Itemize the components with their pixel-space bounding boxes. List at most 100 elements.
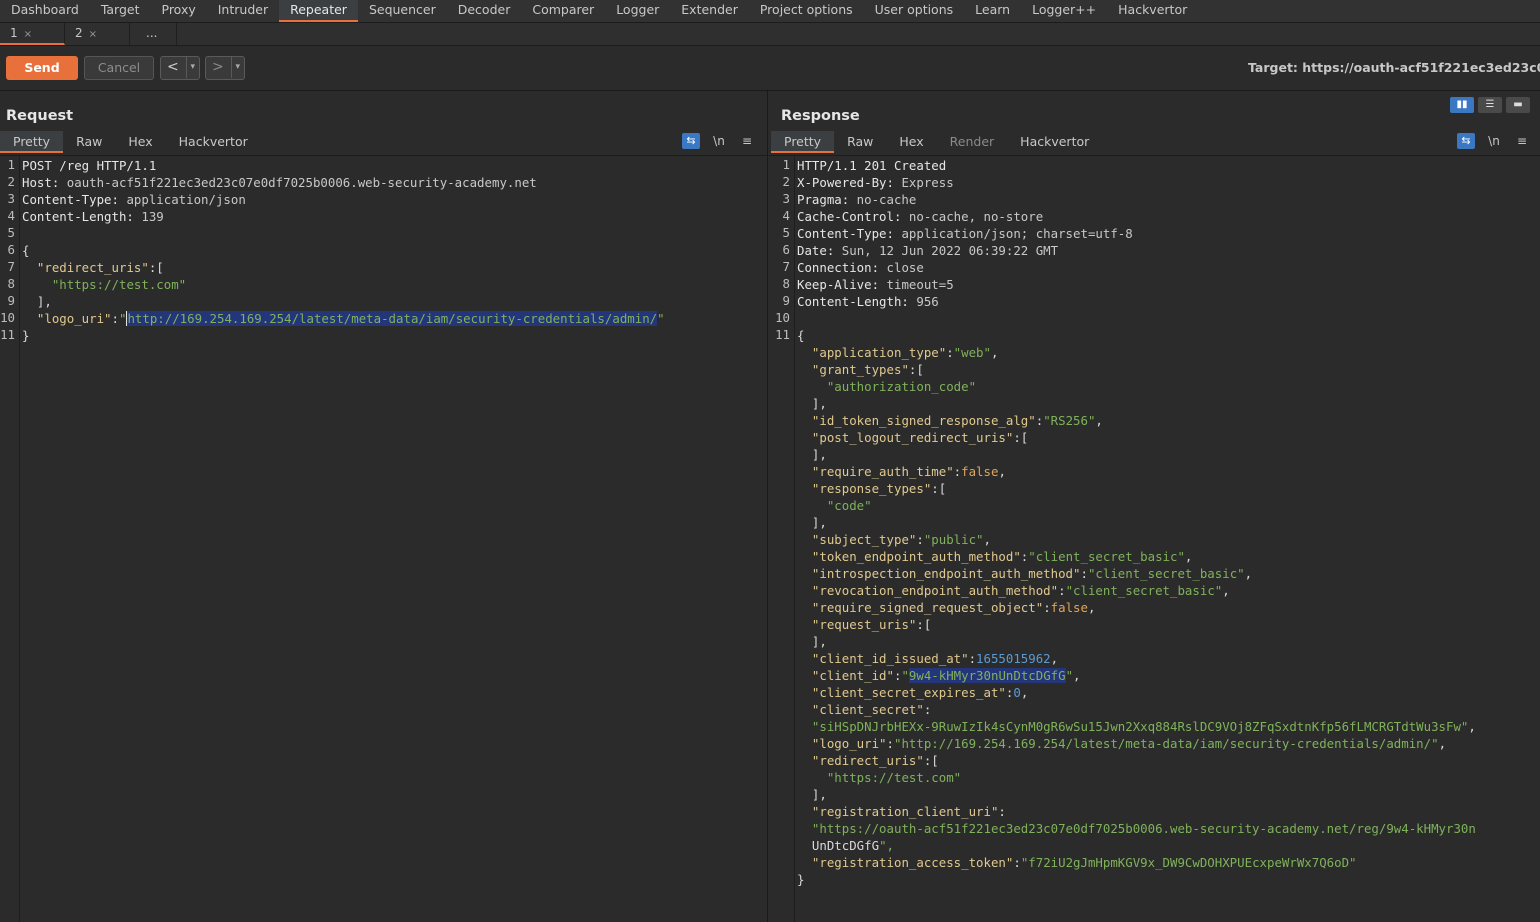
line-number-gutter: 1 2 3 4 5 6 7 8 9 10 11 — [0, 156, 20, 922]
tab-target[interactable]: Target — [90, 0, 151, 22]
code-line: "registration_client_uri": — [811, 804, 1006, 819]
line-number: 11 — [775, 327, 790, 342]
tab-proxy[interactable]: Proxy — [151, 0, 207, 22]
code-line: } — [797, 872, 805, 887]
code-line: "logo_uri":"http://169.254.169.254/lates… — [811, 736, 1447, 751]
tabbed-layout-icon[interactable]: ▬ — [1506, 97, 1530, 113]
tab-sequencer[interactable]: Sequencer — [358, 0, 447, 22]
tab-dashboard[interactable]: Dashboard — [0, 0, 90, 22]
code-line: "client_secret": — [811, 702, 932, 717]
line-number: 6 — [782, 242, 790, 257]
line-number: 1 — [782, 157, 790, 172]
new-tab-button[interactable]: ... — [130, 23, 177, 45]
line-number: 8 — [782, 276, 790, 291]
code-line: "client_secret_expires_at":0, — [811, 685, 1029, 700]
toolbar: Send Cancel < ▾ > ▾ Target: https://oaut… — [0, 46, 1540, 91]
response-editor[interactable]: 1 2 3 4 5 6 7 8 9 10 11 HTTP/1.1 201 Created X-Powe… — [769, 155, 1540, 922]
code-line: "client_id":"9w4-kHMyr30nUnDtcDGfG", — [811, 668, 1081, 683]
line-number: 6 — [7, 242, 15, 257]
line-number: 3 — [782, 191, 790, 206]
close-icon[interactable]: × — [89, 29, 97, 40]
line-number: 9 — [7, 293, 15, 308]
request-editor-actions: ⇆ \n ≡ — [682, 133, 756, 149]
code-line: Content-Length: 956 — [797, 294, 939, 309]
response-pane: ▮▮ ☰ ▬ Response Pretty Raw Hex Render Ha… — [769, 91, 1540, 922]
cancel-button[interactable]: Cancel — [84, 56, 154, 80]
tab-project-options[interactable]: Project options — [749, 0, 864, 22]
code-line: "require_auth_time":false, — [811, 464, 1006, 479]
tab-pretty[interactable]: Pretty — [771, 131, 835, 153]
code-line: "client_id_issued_at":1655015962, — [811, 651, 1059, 666]
code-line: "application_type":"web", — [811, 345, 999, 360]
line-number: 10 — [775, 310, 790, 325]
code-line: { — [797, 328, 805, 343]
tab-intruder[interactable]: Intruder — [207, 0, 279, 22]
tab-raw[interactable]: Raw — [63, 131, 115, 153]
tab-render[interactable]: Render — [937, 131, 1008, 153]
code-line: "introspection_endpoint_auth_method":"cl… — [811, 566, 1253, 581]
tab-pretty[interactable]: Pretty — [0, 131, 64, 153]
wrap-lines-icon[interactable]: ⇆ — [682, 133, 700, 149]
tab-repeater[interactable]: Repeater — [279, 0, 358, 22]
chevron-down-icon[interactable]: ▾ — [186, 57, 195, 78]
history-back-button[interactable]: < ▾ — [160, 56, 200, 80]
code-line: "registration_access_token":"f72iU2gJmHp… — [811, 855, 1357, 870]
menu-icon[interactable]: ≡ — [1513, 133, 1531, 149]
tab-hackvertor[interactable]: Hackvertor — [166, 131, 261, 153]
code-line: Content-Type: application/json; charset=… — [797, 226, 1133, 241]
line-number: 2 — [7, 174, 15, 189]
send-button[interactable]: Send — [6, 56, 78, 80]
code-line: Date: Sun, 12 Jun 2022 06:39:22 GMT — [797, 243, 1059, 258]
line-number: 8 — [7, 276, 15, 291]
code-line: { — [22, 243, 30, 258]
show-newlines-icon[interactable]: \n — [1485, 133, 1503, 149]
menu-icon[interactable]: ≡ — [738, 133, 756, 149]
tab-logger[interactable]: Logger — [605, 0, 670, 22]
code-line: "require_signed_request_object":false, — [811, 600, 1096, 615]
tab-raw[interactable]: Raw — [834, 131, 886, 153]
line-number: 10 — [0, 310, 15, 325]
tab-decoder[interactable]: Decoder — [447, 0, 522, 22]
close-icon[interactable]: × — [24, 29, 32, 40]
code-line: UnDtcDGfG", — [797, 838, 894, 853]
line-number: 7 — [7, 259, 15, 274]
code-line: "response_types":[ — [811, 481, 947, 496]
tab-hackvertor[interactable]: Hackvertor — [1107, 0, 1198, 22]
line-number-gutter: 1 2 3 4 5 6 7 8 9 10 11 — [769, 156, 795, 922]
code-line: HTTP/1.1 201 Created — [797, 158, 947, 173]
code-line: ], — [797, 515, 827, 530]
line-number: 2 — [782, 174, 790, 189]
code-line: "grant_types":[ — [811, 362, 924, 377]
code-line: "https://test.com" — [51, 277, 187, 292]
response-editor-actions: ⇆ \n ≡ — [1457, 133, 1531, 149]
tab-hex[interactable]: Hex — [886, 131, 936, 153]
code-line: } — [22, 328, 30, 343]
code-line: "id_token_signed_response_alg":"RS256", — [811, 413, 1103, 428]
chevron-right-icon: > — [212, 59, 224, 75]
tab-learn[interactable]: Learn — [964, 0, 1021, 22]
tab-hex[interactable]: Hex — [115, 131, 165, 153]
code-line: ], — [22, 294, 52, 309]
split-horizontal-icon[interactable]: ▮▮ — [1450, 97, 1474, 113]
tab-user-options[interactable]: User options — [864, 0, 965, 22]
split-vertical-icon[interactable]: ☰ — [1478, 97, 1502, 113]
show-newlines-icon[interactable]: \n — [710, 133, 728, 149]
chevron-left-icon: < — [167, 59, 179, 75]
wrap-lines-icon[interactable]: ⇆ — [1457, 133, 1475, 149]
code-line: Keep-Alive: timeout=5 — [797, 277, 954, 292]
line-number: 4 — [7, 208, 15, 223]
tab-logger-[interactable]: Logger++ — [1021, 0, 1107, 22]
tab-hackvertor[interactable]: Hackvertor — [1007, 131, 1102, 153]
repeater-tab-1[interactable]: 1 × — [0, 23, 65, 45]
chevron-down-icon[interactable]: ▾ — [231, 57, 240, 78]
tab-comparer[interactable]: Comparer — [521, 0, 605, 22]
repeater-tab-2[interactable]: 2 × — [65, 23, 130, 45]
history-forward-button[interactable]: > ▾ — [205, 56, 245, 80]
request-view-tabs: Pretty Raw Hex Hackvertor — [0, 131, 261, 153]
code-line: "siHSpDNJrbHEXx-9RuwIzIk4sCynM0gR6wSu15J… — [811, 719, 1476, 734]
code-line: "token_endpoint_auth_method":"client_sec… — [811, 549, 1193, 564]
tab-extender[interactable]: Extender — [670, 0, 749, 22]
request-editor[interactable]: 1 2 3 4 5 6 7 8 9 10 11 POST /reg HTTP/1.1 Host: oa… — [0, 155, 767, 922]
target-label[interactable]: Target: https://oauth-acf51f221ec3ed23c0… — [1248, 60, 1540, 75]
code-line: ], — [797, 787, 827, 802]
